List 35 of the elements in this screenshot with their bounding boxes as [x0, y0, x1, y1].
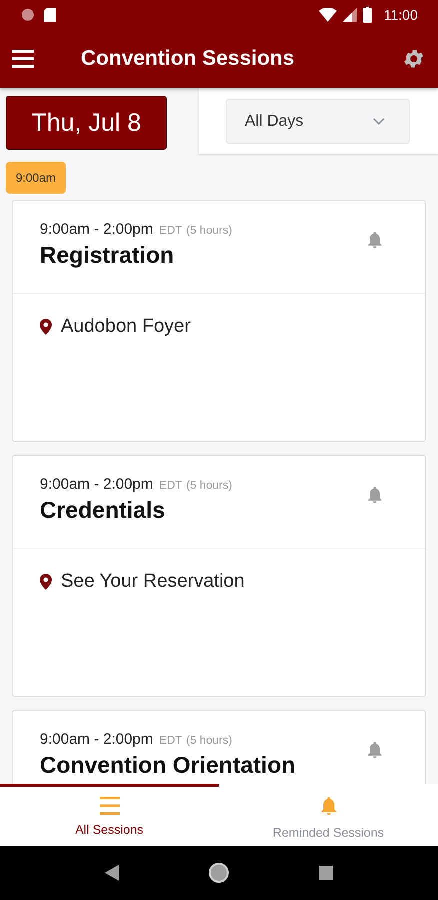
session-location: See Your Reservation [61, 571, 245, 593]
session-location: Audobon Foyer [61, 316, 191, 338]
time-zone: EDT [159, 735, 182, 747]
sd-card-icon [44, 8, 56, 22]
menu-icon[interactable] [12, 50, 34, 68]
recents-icon[interactable] [319, 866, 334, 880]
chevron-down-icon [373, 118, 385, 126]
list-icon [100, 796, 120, 814]
wifi-icon [319, 8, 337, 22]
session-time: 9:00am - 2:00pm [40, 731, 154, 748]
time-zone: EDT [159, 225, 182, 237]
date-button[interactable]: Thu, Jul 8 [6, 96, 167, 150]
signal-icon [343, 8, 357, 22]
session-duration: (5 hours) [186, 225, 232, 237]
session-title: Registration [40, 242, 176, 269]
location-pin-icon [40, 574, 52, 590]
battery-icon [363, 7, 372, 23]
status-time: 11:00 [384, 7, 418, 23]
session-card[interactable]: 9:00am - 2:00pm EDT (5 hours) Credentials See Your Reservation [12, 455, 426, 697]
session-title: Convention Orientation [40, 752, 296, 779]
time-chip: 9:00am [6, 162, 66, 194]
session-duration: (5 hours) [186, 735, 232, 747]
time-zone: EDT [159, 480, 182, 492]
location-pin-icon [40, 319, 52, 335]
session-card[interactable]: 9:00am - 2:00pm EDT (5 hours) Registration Audobon Foyer [12, 200, 426, 442]
back-icon[interactable] [104, 865, 119, 881]
session-duration: (5 hours) [186, 480, 232, 492]
session-title: Credentials [40, 497, 166, 524]
session-time: 9:00am - 2:00pm [40, 476, 154, 493]
app-title: Convention Sessions [81, 47, 296, 71]
home-icon[interactable] [208, 862, 230, 884]
session-card[interactable]: 9:00am - 2:00pm EDT (5 hours) Convention Orientation [12, 710, 426, 784]
session-time: 9:00am - 2:00pm [40, 221, 154, 238]
record-icon [21, 8, 35, 22]
day-dropdown[interactable]: All Days [226, 99, 410, 144]
